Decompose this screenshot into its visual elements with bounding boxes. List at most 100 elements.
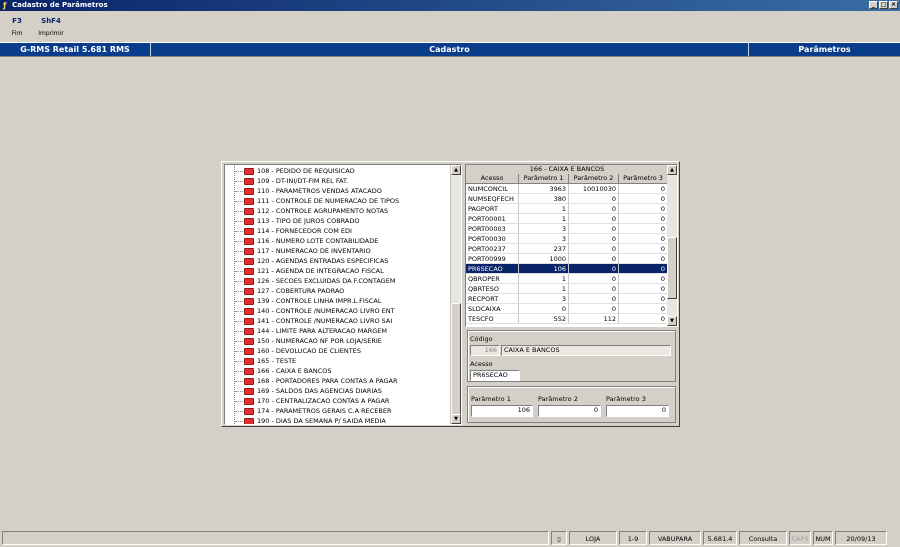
tree-item[interactable]: 121 - AGENDA DE INTEGRACAO FISCAL [225,266,399,276]
folder-icon [244,208,254,215]
table-cell: 0 [569,224,619,234]
folder-icon [244,258,254,265]
table-row[interactable]: QBRTESO 1 0 0 [466,284,668,294]
tree-item[interactable]: 126 - SECOES EXCLUIDAS DA F.CONTAGEM [225,276,399,286]
table-row[interactable]: PORT00003 3 0 0 [466,224,668,234]
table-row[interactable]: PAGPORT 1 0 0 [466,204,668,214]
minimize-button[interactable]: _ [869,1,878,9]
table-row[interactable]: PR6SECAO 106 0 0 [466,264,668,274]
table-row[interactable]: PORT00999 1000 0 0 [466,254,668,264]
tree-connector [235,241,243,242]
tree-item-label: 120 - AGENDAS ENTRADAS ESPECIFICAS [257,257,389,265]
window-title: Cadastro de Parâmetros [12,1,108,9]
table-row[interactable]: RECPORT 3 0 0 [466,294,668,304]
table-cell: 0 [619,244,668,254]
table-row[interactable]: SLDCAIXA 0 0 0 [466,304,668,314]
close-button[interactable]: × [889,1,898,9]
table-cell: 0 [619,264,668,274]
param3-field[interactable]: 0 [606,405,669,417]
col-param3[interactable]: Parâmetro 3 [619,174,668,183]
tree-item[interactable]: 165 - TESTE [225,356,399,366]
table-row[interactable]: PORT00030 3 0 0 [466,234,668,244]
table-row[interactable]: PORT00237 237 0 0 [466,244,668,254]
status-mode: Consulta [739,531,787,545]
tree-item[interactable]: 170 - CENTRALIZACAO CONTAS A PAGAR [225,396,399,406]
tree-item[interactable]: 174 - PARAMETROS GERAIS C.A RECEBER [225,406,399,416]
col-param2[interactable]: Parâmetro 2 [569,174,619,183]
parameter-tree[interactable]: 108 - PEDIDO DE REQUISICAO 109 - DT-INI/D… [224,164,462,425]
tree-item[interactable]: 139 - CONTROLE LINHA IMPR.L.FISCAL [225,296,399,306]
status-bar: ▯ LOJA 1-9 VABUPARA 5.681.4 Consulta CAP… [0,529,900,547]
table-row[interactable]: QBROPER 1 0 0 [466,274,668,284]
table-cell: 0 [619,214,668,224]
grid-scroll-thumb[interactable] [667,237,677,299]
tree-connector [235,271,243,272]
table-cell: 0 [569,284,619,294]
tree-item[interactable]: 141 - CONTROLE /NUMERACAO LIVRO SAI [225,316,399,326]
folder-icon [244,378,254,385]
tree-item[interactable]: 166 - CAIXA E BANCOS [225,366,399,376]
table-cell: QBRTESO [466,284,519,294]
table-cell: QBROPER [466,274,519,284]
grid-scroll-up-icon[interactable]: ▲ [667,165,677,175]
tree-item[interactable]: 144 - LIMITE PARA ALTERACAO MARGEM [225,326,399,336]
tree-item[interactable]: 140 - CONTROLE /NUMERACAO LIVRO ENT [225,306,399,316]
acesso-field[interactable]: PR6SECAO [470,370,520,381]
tree-item[interactable]: 120 - AGENDAS ENTRADAS ESPECIFICAS [225,256,399,266]
folder-icon [244,218,254,225]
tree-item[interactable]: 109 - DT-INI/DT-FIM REL FAT. [225,176,399,186]
status-date: 20/09/13 [835,531,887,545]
table-cell: PORT00237 [466,244,519,254]
tree-connector [235,201,243,202]
tree-item[interactable]: 117 - NUMERACAO DE INVENTARIO [225,246,399,256]
param2-label: Parâmetro 2 [538,395,578,403]
tree-item[interactable]: 160 - DEVOLUCAO DE CLIENTES [225,346,399,356]
table-cell: 0 [619,204,668,214]
tree-item[interactable]: 150 - NUMERACAO NF POR LOJA/SERIE [225,336,399,346]
tree-item[interactable]: 190 - DIAS DA SEMANA P/ SAIDA MEDIA [225,416,399,424]
tree-item[interactable]: 169 - SALDOS DAS AGENCIAS DIARIAS [225,386,399,396]
scroll-down-icon[interactable]: ▼ [451,414,461,424]
col-param1[interactable]: Parâmetro 1 [519,174,569,183]
tree-scroll-thumb[interactable] [451,303,461,415]
grid-scrollbar[interactable]: ▲ ▼ [667,165,677,326]
fim-button[interactable]: F3 Fim [8,17,26,37]
folder-icon [244,188,254,195]
table-row[interactable]: NUMSEQFECH 380 0 0 [466,194,668,204]
tree-item[interactable]: 111 - CONTROLE DE NUMERACAO DE TIPOS [225,196,399,206]
table-row[interactable]: TESCFO 552 112 0 [466,314,668,324]
scroll-up-icon[interactable]: ▲ [451,165,461,175]
tree-scrollbar[interactable]: ▲ ▼ [450,165,461,424]
maximize-button[interactable]: □ [879,1,888,9]
tree-item[interactable]: 127 - COBERTURA PADRAO [225,286,399,296]
tree-item[interactable]: 168 - PORTADORES PARA CONTAS A PAGAR [225,376,399,386]
tree-item[interactable]: 116 - NUMERO LOTE CONTABILIDADE [225,236,399,246]
table-cell: 1 [519,284,569,294]
app-icon: ƒ [3,1,7,10]
folder-icon [244,178,254,185]
tree-connector [235,391,243,392]
param2-field[interactable]: 0 [538,405,601,417]
codigo-field: 166 [470,345,500,356]
grid-scroll-down-icon[interactable]: ▼ [667,316,677,326]
table-cell: 1000 [519,254,569,264]
table-cell: 0 [569,254,619,264]
imprimir-button[interactable]: ShF4 Imprimir [36,17,66,37]
tree-connector [235,191,243,192]
tree-item-label: 121 - AGENDA DE INTEGRACAO FISCAL [257,267,384,275]
table-row[interactable]: PORT00001 1 0 0 [466,214,668,224]
param1-field[interactable]: 106 [471,405,533,417]
tree-item[interactable]: 108 - PEDIDO DE REQUISICAO [225,166,399,176]
tree-item[interactable]: 112 - CONTROLE AGRUPAMENTO NOTAS [225,206,399,216]
tree-item[interactable]: 114 - FORNECEDOR COM EDI [225,226,399,236]
tree-connector [235,171,243,172]
folder-icon [244,348,254,355]
table-row[interactable]: NUMCONCIL 3963 10010030 0 [466,184,668,194]
tree-item[interactable]: 110 - PARAMETROS VENDAS ATACADO [225,186,399,196]
tree-item-label: 140 - CONTROLE /NUMERACAO LIVRO ENT [257,307,395,315]
system-name: G-RMS Retail 5.681 RMS [0,43,151,56]
col-acesso[interactable]: Acesso [466,174,519,183]
acesso-label: Acesso [470,360,493,368]
parameter-grid[interactable]: 166 - CAIXA E BANCOS Acesso Parâmetro 1 … [465,164,678,327]
tree-item[interactable]: 113 - TIPO DE JUROS COBRADO [225,216,399,226]
